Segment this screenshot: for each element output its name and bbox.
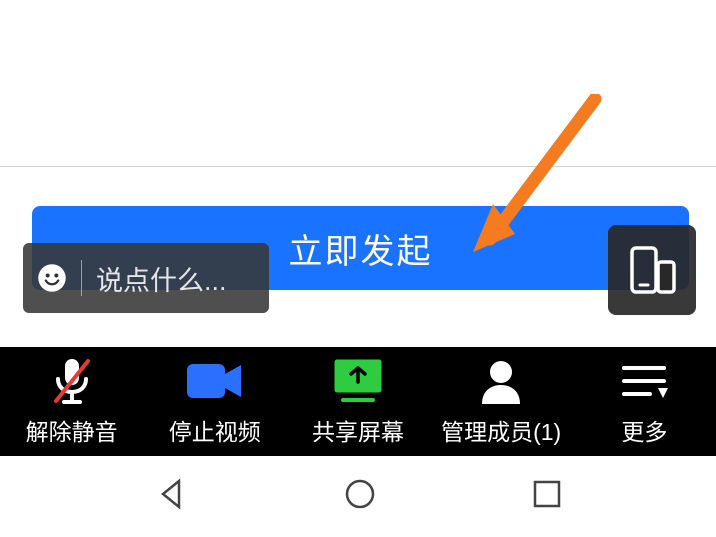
android-nav-bar (0, 456, 716, 537)
upper-blank-area (0, 0, 716, 167)
more-label: 更多 (621, 413, 667, 447)
unmute-label: 解除静音 (26, 413, 118, 447)
android-back-button[interactable] (155, 477, 189, 516)
emoji-icon[interactable] (37, 254, 67, 302)
android-recent-button[interactable] (532, 479, 562, 514)
unmute-button[interactable]: 解除静音 (2, 357, 142, 447)
start-now-label: 立即发起 (289, 224, 433, 273)
share-screen-button[interactable]: 共享屏幕 (288, 357, 428, 447)
manage-members-button[interactable]: 管理成员(1) (431, 357, 571, 447)
more-menu-icon (620, 357, 668, 405)
switch-device-button[interactable] (608, 225, 696, 315)
chat-placeholder: 说点什么... (96, 259, 227, 298)
share-screen-label: 共享屏幕 (312, 413, 404, 447)
share-screen-icon (333, 357, 383, 405)
stop-video-label: 停止视频 (169, 413, 261, 447)
meeting-toolbar: 解除静音 停止视频 共享屏幕 (0, 347, 716, 456)
manage-members-label: 管理成员(1) (441, 413, 561, 447)
android-home-button[interactable] (343, 477, 377, 516)
video-icon (187, 357, 243, 405)
mic-muted-icon (50, 357, 94, 405)
more-button[interactable]: 更多 (574, 357, 714, 447)
person-icon (478, 357, 524, 405)
chat-input[interactable]: 说点什么... (23, 243, 269, 313)
stop-video-button[interactable]: 停止视频 (145, 357, 285, 447)
chat-divider (81, 260, 82, 296)
phone-tablet-icon (625, 244, 679, 296)
